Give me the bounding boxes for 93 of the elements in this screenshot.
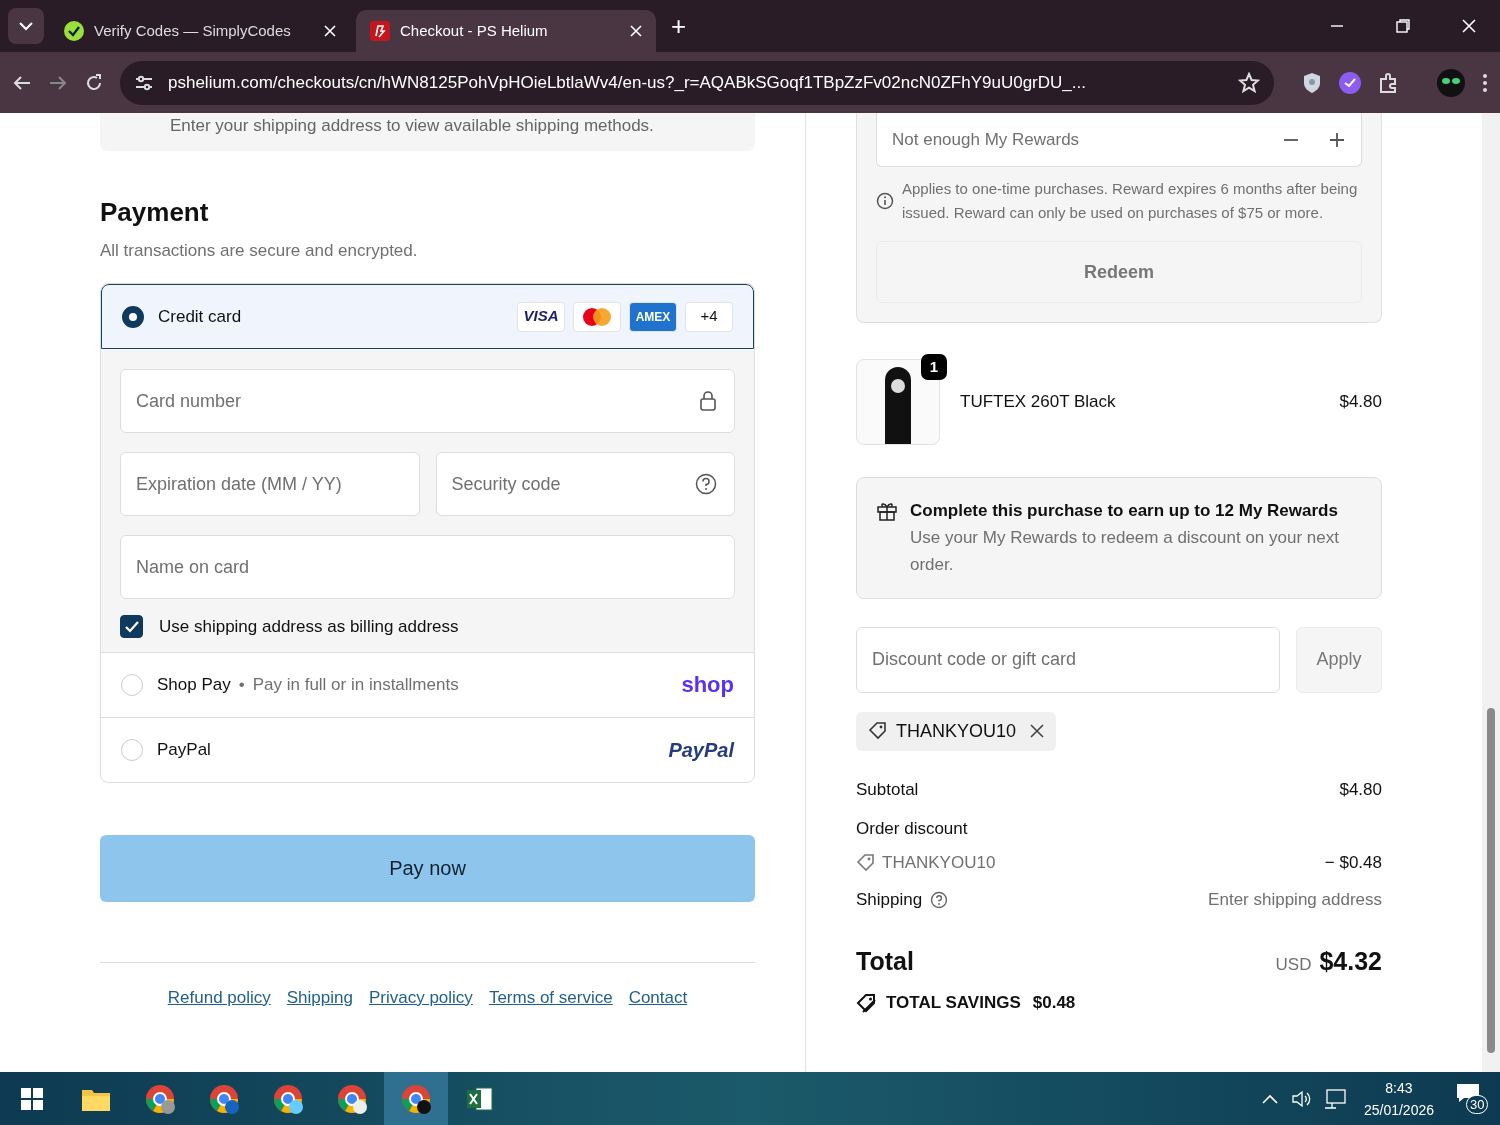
promo-text: Use your My Rewards to redeem a discount on your next order. (910, 526, 1340, 576)
browser-icon (144, 1082, 176, 1115)
card-brand-logo: VISA (517, 301, 565, 332)
windows-logo-icon (21, 1087, 43, 1110)
payment-method-option[interactable]: PayPal PayPal (101, 716, 754, 782)
plus-icon[interactable] (1328, 130, 1346, 149)
shop-pay-logo: shop (681, 671, 734, 699)
clock[interactable]: 8:43 25/01/2026 (1363, 1076, 1434, 1121)
checkmark-icon (124, 620, 139, 633)
checkbox[interactable] (120, 615, 143, 639)
footer-link[interactable]: Privacy policy (368, 984, 473, 1010)
info-icon (876, 192, 894, 210)
chevron-up-icon[interactable] (1261, 1092, 1278, 1105)
payment-method-option[interactable]: Shop Pay • Pay in full or in installments shop (101, 651, 754, 717)
checkbox-label: Use shipping address as billing address (159, 616, 459, 638)
rewards-note: Applies to one-time purchases. Reward expires 6 months after being issued. Reward can only be used on purchases of $75 or more. (902, 179, 1359, 223)
help-icon[interactable] (930, 890, 949, 909)
apply-button[interactable]: Apply (1296, 626, 1382, 693)
star-icon[interactable] (1238, 71, 1260, 94)
notification-button[interactable]: 30 (1456, 1078, 1490, 1119)
summary-label: Subtotal (856, 778, 919, 801)
spreadsheet-icon (466, 1085, 494, 1112)
reload-icon[interactable] (84, 72, 104, 93)
discount-code-chip: THANKYOU10 (856, 711, 1057, 751)
shipping-note: Enter your shipping address to view available shipping methods. (170, 115, 655, 137)
payment-method-label: PayPal (157, 738, 211, 761)
rewards-field[interactable]: Not enough My Rewards (876, 113, 1362, 167)
promo-title: Complete this purchase to earn up to 12 My Rewards (910, 500, 1339, 522)
extension-badge-icon[interactable] (1338, 70, 1362, 95)
product-price: $4.80 (1339, 391, 1382, 414)
payment-subtitle: All transactions are secure and encrypted. (100, 239, 419, 262)
redeem-button[interactable]: Redeem (876, 241, 1362, 303)
lock-icon (699, 390, 717, 412)
summary-label: Shipping (856, 889, 923, 911)
savings-amount: $0.48 (1032, 992, 1076, 1014)
payment-method-label: Credit card (158, 305, 242, 328)
input-field[interactable]: Expiration date (MM / YY) (120, 452, 420, 516)
summary-value: $4.80 (1339, 778, 1382, 801)
address-bar[interactable]: pshelium.com/checkouts/cn/hWN8125PohVpHOieLbtlaWv4/en-us?_r=AQABkSGoqf1TBpZzFv02ncN0ZFhY9uU0grDU_... (120, 60, 1274, 105)
summary-value: − $0.48 (1324, 851, 1382, 874)
browser-icon (336, 1082, 368, 1115)
pay-now-button[interactable]: Pay now (100, 834, 755, 902)
profile-avatar-icon[interactable] (1436, 67, 1466, 98)
currency-code: USD (1275, 953, 1312, 976)
radio-button[interactable] (122, 305, 144, 328)
payment-method-detail: Pay in full or in installments (252, 673, 459, 696)
scrollbar[interactable] (1482, 113, 1500, 1072)
tag-icon (856, 853, 874, 872)
payment-method-option[interactable]: Credit card VISA AMEX +4 (101, 284, 754, 349)
browser-icon (400, 1082, 432, 1115)
taskbar-app[interactable] (384, 1072, 448, 1125)
close-icon[interactable] (1030, 724, 1045, 738)
input-field[interactable]: Security code (435, 452, 735, 516)
footer-link[interactable]: Refund policy (167, 984, 271, 1010)
tag-icon (868, 721, 888, 741)
card-brand-logo: AMEX (629, 301, 677, 332)
product-name: TUFTEX 260T Black (960, 391, 1117, 414)
help-icon[interactable] (695, 473, 717, 495)
savings-label: TOTAL SAVINGS (886, 992, 1021, 1014)
input-field[interactable]: Card number (120, 369, 735, 433)
browser-tab[interactable]: Checkout - PS Helium (356, 10, 656, 52)
input-field[interactable]: Name on card (120, 535, 735, 599)
card-brand-count: +4 (685, 301, 733, 332)
new-tab-button[interactable]: + (670, 5, 688, 47)
footer-link[interactable]: Terms of service (488, 984, 613, 1010)
overlapping-circles-icon (581, 306, 613, 327)
tab-list-icon[interactable] (8, 8, 44, 44)
footer-link[interactable]: Contact (628, 984, 688, 1010)
notification-count: 30 (1466, 1094, 1489, 1114)
browser-tab[interactable]: Verify Codes — SimplyCodes (50, 10, 350, 52)
total-label: Total (856, 945, 914, 977)
input-field[interactable]: Discount code or gift card (856, 626, 1280, 693)
total-amount: $4.32 (1319, 945, 1382, 977)
tags-icon (856, 991, 878, 1014)
speaker-icon[interactable] (1291, 1089, 1312, 1108)
footer-link[interactable]: Shipping (286, 984, 353, 1010)
network-icon[interactable] (1323, 1088, 1346, 1109)
paypal-logo: PayPal (668, 737, 734, 763)
check-logo-icon (64, 21, 84, 41)
browser-icon (208, 1082, 240, 1115)
payment-heading: Payment (100, 195, 210, 229)
browser-icon (272, 1082, 304, 1115)
summary-label: Order discount (856, 818, 968, 840)
separator-dot: • (238, 673, 245, 696)
restore-icon[interactable] (1396, 19, 1410, 33)
shield-icon[interactable] (1302, 71, 1322, 94)
summary-value: Enter shipping address (1208, 889, 1382, 911)
payment-method-label: Shop Pay (157, 673, 231, 696)
store-logo-icon (370, 21, 390, 41)
discount-code: THANKYOU10 (882, 851, 996, 874)
more-menu-icon[interactable] (1482, 72, 1488, 93)
quantity-badge: 1 (921, 354, 947, 380)
gift-icon (876, 500, 898, 522)
